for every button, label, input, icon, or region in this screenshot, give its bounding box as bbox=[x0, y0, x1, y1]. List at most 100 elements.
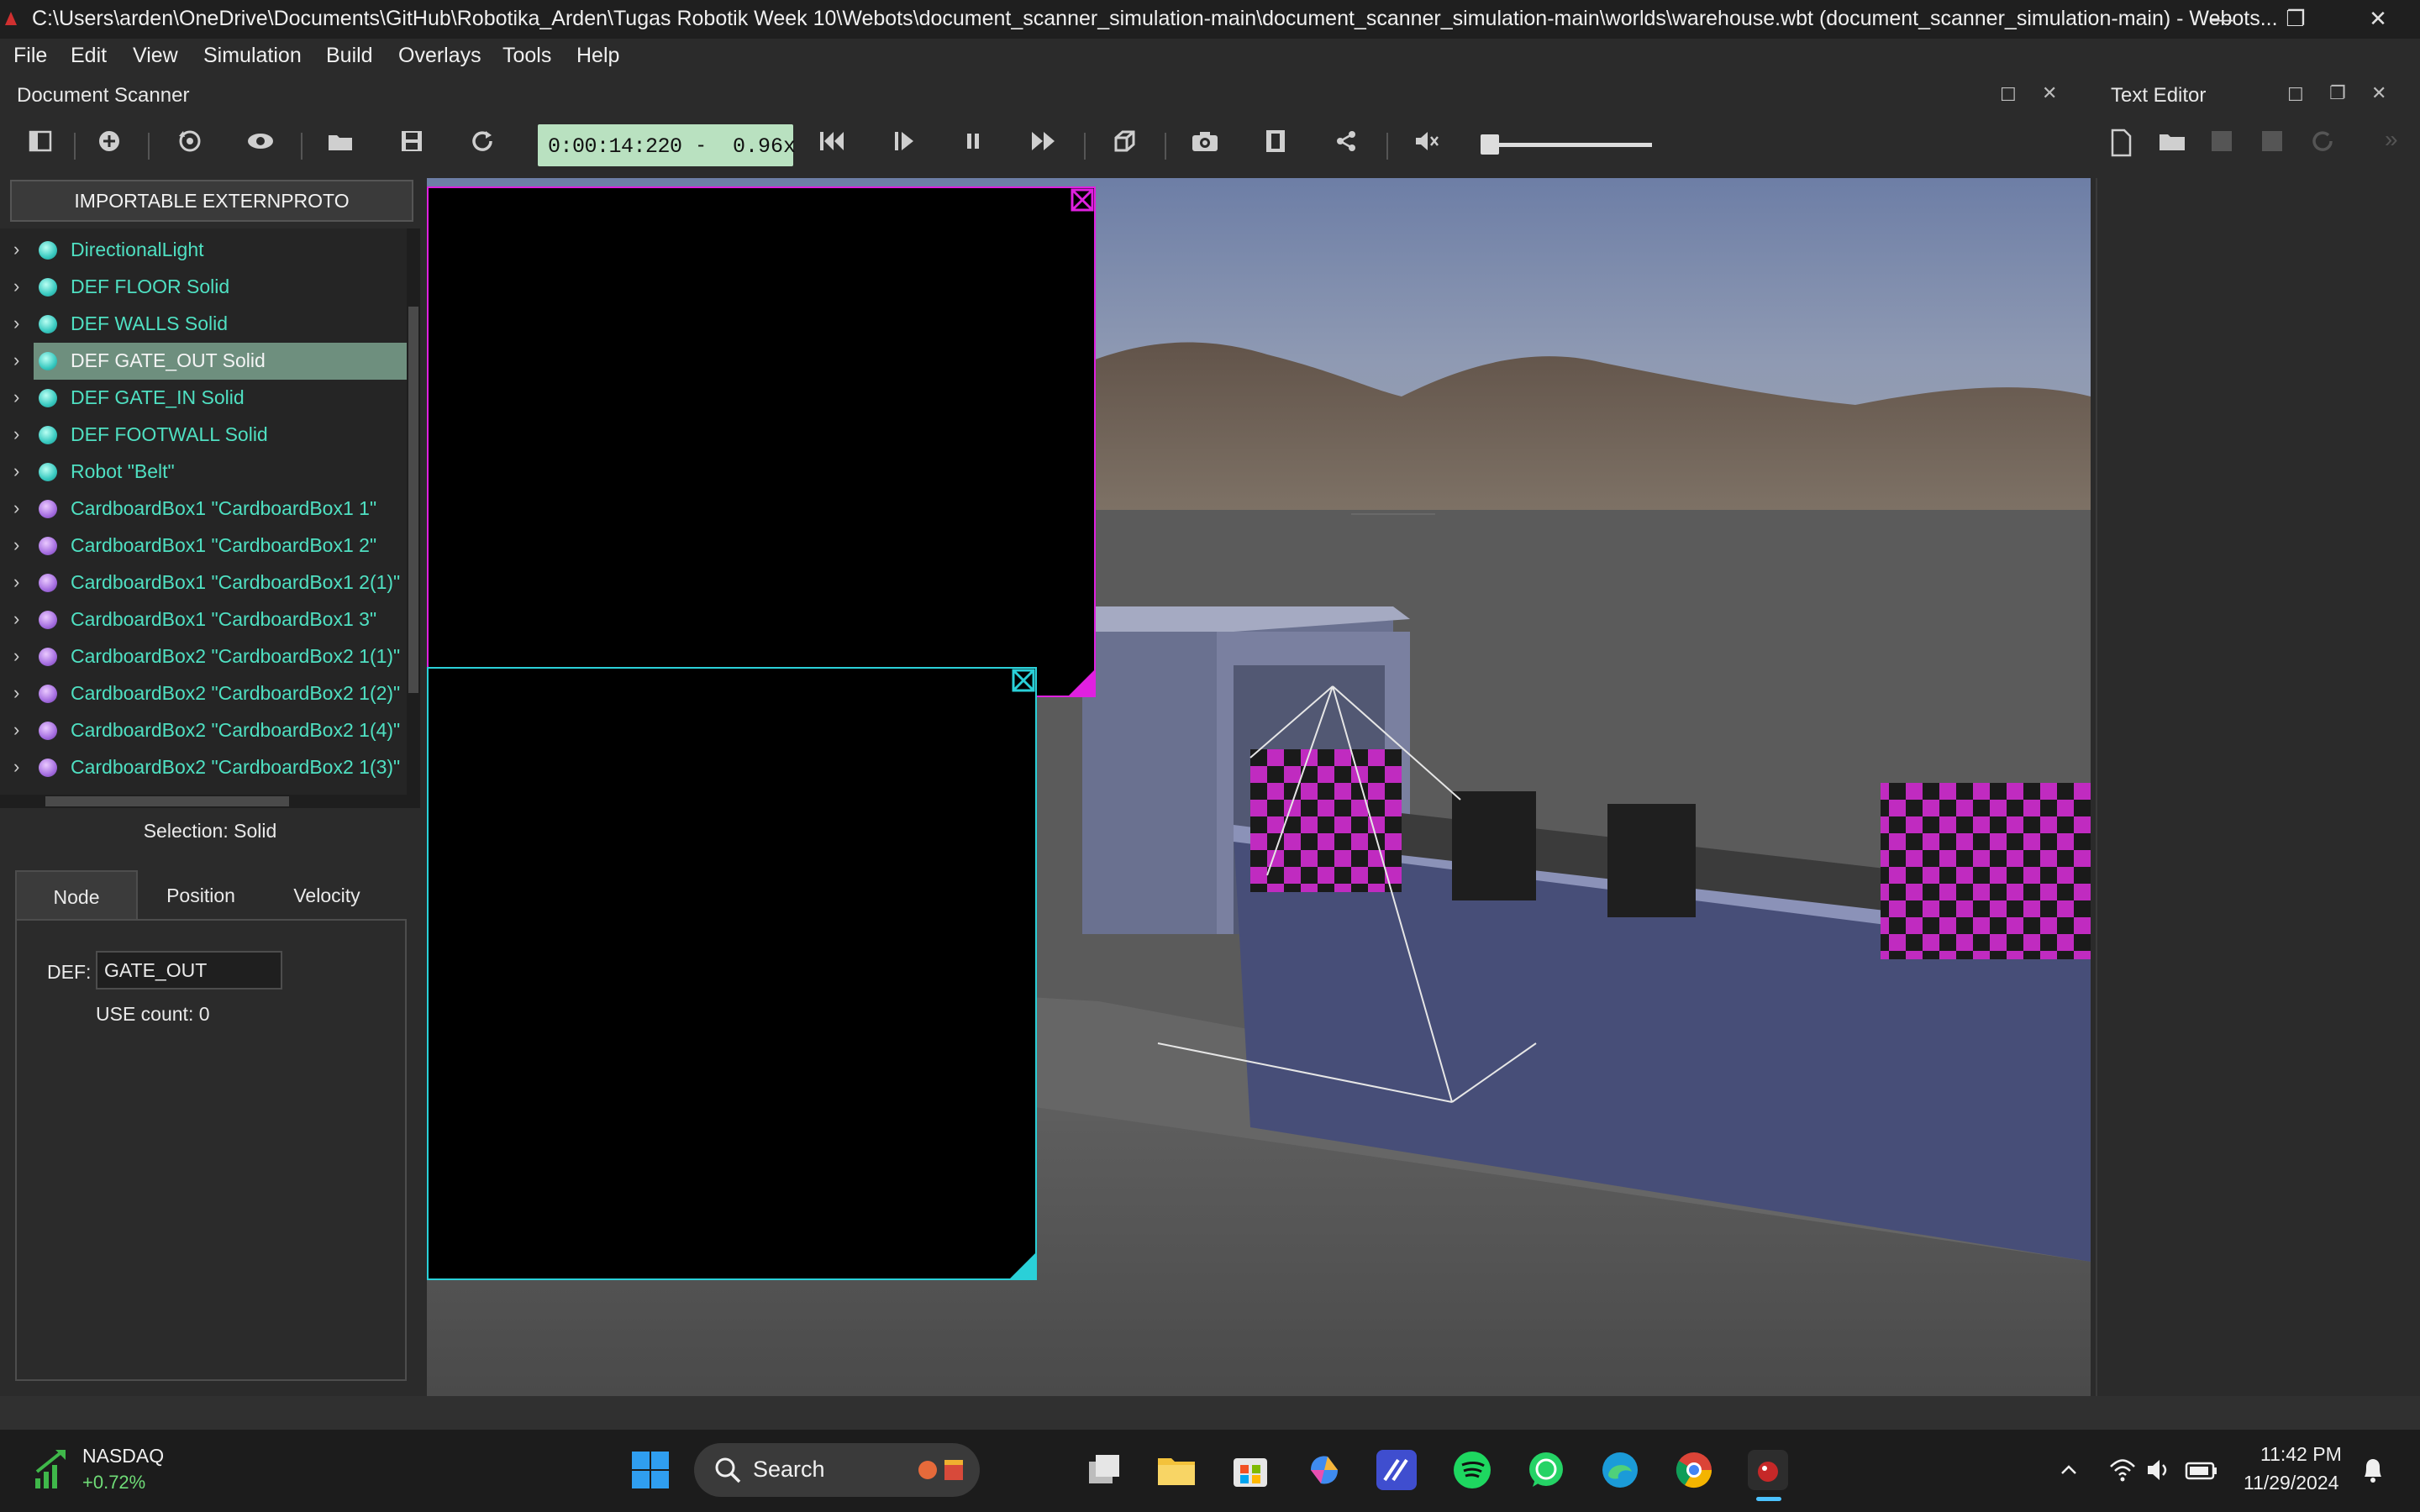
screenshot-icon[interactable] bbox=[1186, 128, 1223, 165]
chevron-right-icon[interactable]: › bbox=[13, 460, 19, 482]
scene-tree-item[interactable]: › CardboardBox2 "CardboardBox2 1(3)" bbox=[13, 749, 407, 786]
chrome-icon[interactable] bbox=[1674, 1450, 1714, 1490]
menu-overlays[interactable]: Overlays bbox=[398, 44, 481, 68]
new-file-icon[interactable] bbox=[2107, 128, 2141, 161]
chevron-right-icon[interactable]: › bbox=[13, 608, 19, 630]
task-view-icon[interactable] bbox=[1084, 1450, 1124, 1490]
dock-float-icon[interactable]: ☐ bbox=[2000, 84, 2017, 106]
scene-tree-hscrollbar-thumb[interactable] bbox=[45, 796, 289, 806]
chevron-right-icon[interactable]: › bbox=[13, 682, 19, 704]
whatsapp-icon[interactable] bbox=[1526, 1450, 1566, 1490]
text-editor-restore-icon[interactable]: ❐ bbox=[2329, 82, 2346, 104]
3d-view-icon[interactable] bbox=[1106, 128, 1143, 165]
scene-tree-item[interactable]: › CardboardBox1 "CardboardBox1 1" bbox=[13, 491, 407, 528]
open-file-icon[interactable] bbox=[2158, 128, 2191, 161]
overlay-resize-handle[interactable] bbox=[1069, 670, 1094, 696]
dock-close-icon[interactable]: ✕ bbox=[2042, 82, 2057, 104]
3d-viewport[interactable] bbox=[427, 178, 2091, 1396]
save-world-icon[interactable] bbox=[393, 128, 430, 165]
movie-icon[interactable] bbox=[1257, 128, 1294, 165]
chevron-right-icon[interactable]: › bbox=[13, 239, 19, 260]
mute-icon[interactable] bbox=[1408, 128, 1445, 165]
overlay-resize-handle[interactable] bbox=[1010, 1253, 1035, 1278]
camera-overlay-cyan[interactable] bbox=[427, 667, 1037, 1280]
scene-tree-item[interactable]: › Robot "Belt" bbox=[13, 454, 407, 491]
edge-icon[interactable] bbox=[1600, 1450, 1640, 1490]
chevron-right-icon[interactable]: › bbox=[13, 571, 19, 593]
menu-edit[interactable]: Edit bbox=[71, 44, 107, 68]
menu-simulation[interactable]: Simulation bbox=[203, 44, 302, 68]
open-world-icon[interactable] bbox=[323, 128, 360, 165]
view-icon[interactable] bbox=[242, 128, 279, 165]
def-name-field[interactable]: GATE_OUT bbox=[96, 951, 282, 990]
chevron-right-icon[interactable]: › bbox=[13, 276, 19, 297]
spotify-icon[interactable] bbox=[1452, 1450, 1492, 1490]
text-editor-panel[interactable] bbox=[2096, 178, 2420, 1396]
wifi-icon[interactable] bbox=[2107, 1457, 2138, 1483]
minimize-button[interactable]: — bbox=[2185, 0, 2259, 39]
camera-overlay-magenta[interactable] bbox=[427, 186, 1096, 697]
stock-name[interactable]: NASDAQ bbox=[82, 1445, 164, 1467]
scene-tree-item[interactable]: › DEF WALLS Solid bbox=[13, 306, 407, 343]
clock-time[interactable]: 11:42 PM bbox=[2260, 1443, 2342, 1466]
tab-velocity[interactable]: Velocity bbox=[264, 870, 390, 921]
tab-node[interactable]: Node bbox=[15, 870, 138, 921]
copilot-icon[interactable] bbox=[1304, 1450, 1344, 1490]
windows-start-icon[interactable] bbox=[630, 1450, 671, 1490]
scene-tree-item[interactable]: › CardboardBox2 "CardboardBox2 1(4)" bbox=[13, 712, 407, 749]
add-node-icon[interactable] bbox=[91, 128, 128, 165]
menu-build[interactable]: Build bbox=[326, 44, 373, 68]
text-editor-close-icon[interactable]: ✕ bbox=[2371, 82, 2386, 104]
toggle-panel-icon[interactable] bbox=[22, 128, 59, 165]
chevron-right-icon[interactable]: › bbox=[13, 534, 19, 556]
menu-help[interactable]: Help bbox=[576, 44, 619, 68]
scene-tree-item[interactable]: › DEF FLOOR Solid bbox=[13, 269, 407, 306]
vscode-icon[interactable] bbox=[1376, 1450, 1417, 1490]
notification-bell-icon[interactable] bbox=[2360, 1457, 2386, 1485]
pause-icon[interactable] bbox=[955, 128, 992, 165]
menu-tools[interactable]: Tools bbox=[502, 44, 551, 68]
chevron-right-icon[interactable]: › bbox=[13, 349, 19, 371]
toolbar-overflow-icon[interactable]: » bbox=[2385, 126, 2398, 153]
scene-tree-scrollbar-thumb[interactable] bbox=[408, 307, 418, 693]
fast-forward-icon[interactable] bbox=[1025, 128, 1062, 165]
clock-date[interactable]: 11/29/2024 bbox=[2244, 1472, 2338, 1494]
reset-view-icon[interactable] bbox=[171, 128, 208, 165]
microsoft-store-icon[interactable] bbox=[1230, 1450, 1270, 1490]
scene-tree-item[interactable]: › CardboardBox1 "CardboardBox1 2(1)" bbox=[13, 564, 407, 601]
volume-slider-track[interactable] bbox=[1484, 143, 1652, 147]
importable-externproto-button[interactable]: IMPORTABLE EXTERNPROTO bbox=[10, 180, 413, 222]
chevron-right-icon[interactable]: › bbox=[13, 645, 19, 667]
scene-tree-item[interactable]: › DEF GATE_IN Solid bbox=[13, 380, 407, 417]
scene-tree-item[interactable]: › CardboardBox2 "CardboardBox2 1(2)" bbox=[13, 675, 407, 712]
chevron-right-icon[interactable]: › bbox=[13, 312, 19, 334]
scene-tree-item[interactable]: › CardboardBox1 "CardboardBox1 3" bbox=[13, 601, 407, 638]
scene-tree-item[interactable]: › CardboardBox2 "CardboardBox2 1(1)" bbox=[13, 638, 407, 675]
chevron-right-icon[interactable]: › bbox=[13, 719, 19, 741]
close-button[interactable]: ✕ bbox=[2341, 0, 2415, 39]
share-icon[interactable] bbox=[1328, 128, 1365, 165]
scene-tree-item[interactable]: › DirectionalLight bbox=[13, 232, 407, 269]
chevron-right-icon[interactable]: › bbox=[13, 756, 19, 778]
scene-tree-item[interactable]: › CardboardBox1 "CardboardBox1 2" bbox=[13, 528, 407, 564]
text-editor-float-icon[interactable]: ☐ bbox=[2287, 84, 2304, 106]
tab-position[interactable]: Position bbox=[138, 870, 264, 921]
scene-tree-item[interactable]: › DEF GATE_OUT Solid bbox=[13, 343, 407, 380]
chevron-up-icon[interactable] bbox=[2055, 1457, 2082, 1483]
scene-tree-item[interactable]: › DEF FOOTWALL Solid bbox=[13, 417, 407, 454]
reload-world-icon[interactable] bbox=[464, 128, 501, 165]
battery-icon[interactable] bbox=[2185, 1458, 2218, 1483]
overlay-close-icon[interactable] bbox=[1012, 669, 1035, 692]
chevron-right-icon[interactable]: › bbox=[13, 386, 19, 408]
file-explorer-icon[interactable] bbox=[1156, 1450, 1197, 1490]
chevron-right-icon[interactable]: › bbox=[13, 423, 19, 445]
overlay-close-icon[interactable] bbox=[1071, 188, 1094, 212]
taskbar-search[interactable]: Search bbox=[694, 1443, 980, 1497]
menu-view[interactable]: View bbox=[133, 44, 178, 68]
restore-button[interactable]: ❐ bbox=[2259, 0, 2333, 39]
chevron-right-icon[interactable]: › bbox=[13, 497, 19, 519]
webots-icon[interactable] bbox=[1748, 1450, 1788, 1490]
volume-slider-handle[interactable] bbox=[1481, 134, 1499, 155]
reset-simulation-icon[interactable] bbox=[813, 128, 850, 165]
volume-icon[interactable] bbox=[2144, 1457, 2175, 1483]
